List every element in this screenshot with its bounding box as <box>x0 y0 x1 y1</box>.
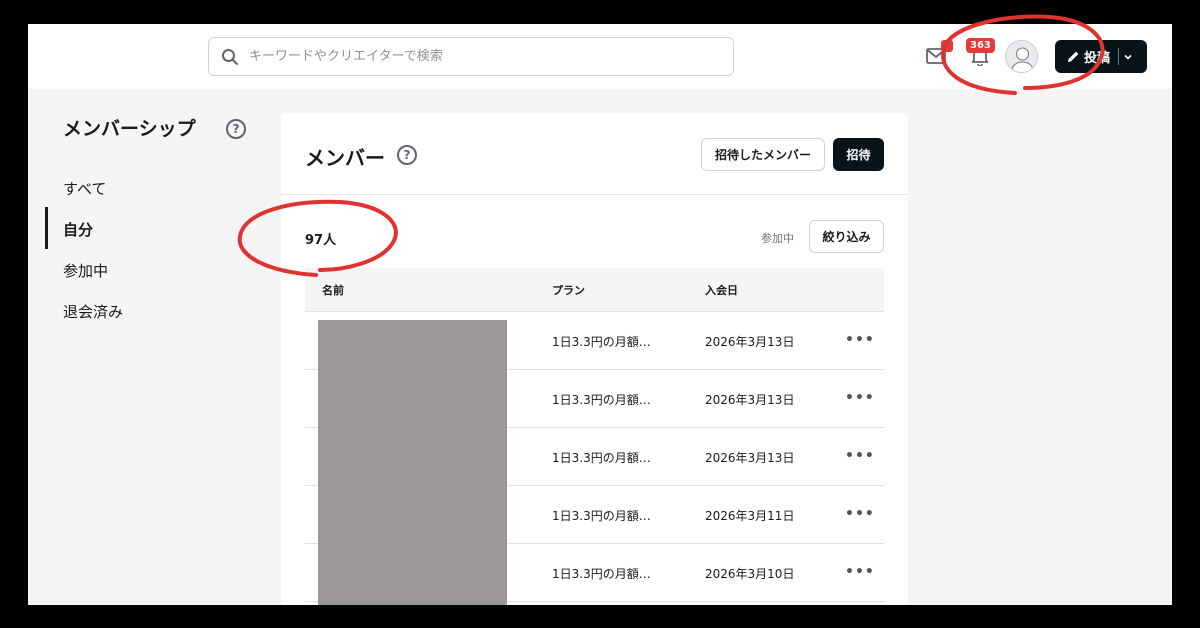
row-joined-date: 2026年3月13日 <box>705 451 795 465</box>
column-header-joined[interactable]: 入会日 <box>705 282 738 298</box>
search-input[interactable] <box>249 49 709 64</box>
help-icon[interactable]: ? <box>397 145 417 165</box>
pencil-icon <box>1068 51 1079 62</box>
filter-status: 参加中 <box>761 232 794 245</box>
avatar[interactable] <box>1005 40 1038 73</box>
sidebar-title: メンバーシップ <box>63 118 196 140</box>
invited-members-button[interactable]: 招待したメンバー <box>701 138 825 171</box>
help-icon[interactable]: ? <box>226 119 246 139</box>
sidebar-item-joined[interactable]: 参加中 <box>63 260 108 281</box>
column-header-name[interactable]: 名前 <box>322 282 344 298</box>
post-button-label: 投稿 <box>1084 51 1111 66</box>
post-button-separator <box>1118 48 1120 65</box>
mail-unread-dot <box>941 40 953 52</box>
invite-button[interactable]: 招待 <box>833 138 884 171</box>
more-icon[interactable]: ••• <box>845 506 875 522</box>
chevron-down-icon[interactable] <box>1123 52 1133 62</box>
row-plan: 1日3.3円の月額… <box>552 509 651 523</box>
row-joined-date: 2026年3月13日 <box>705 335 795 349</box>
more-icon[interactable]: ••• <box>845 390 875 406</box>
member-count: 97人 <box>305 233 337 248</box>
sidebar-item-all[interactable]: すべて <box>63 178 106 199</box>
top-header: 363 投稿 <box>28 24 1172 89</box>
post-button[interactable]: 投稿 <box>1055 40 1147 73</box>
page-title: メンバー <box>305 146 385 170</box>
search-icon <box>222 48 238 65</box>
divider <box>281 194 908 195</box>
row-joined-date: 2026年3月10日 <box>705 567 795 581</box>
row-plan: 1日3.3円の月額… <box>552 567 651 581</box>
app-frame: 363 投稿 メンバーシップ ? すべて 自分 参加中 退会済み メンバー ? <box>28 24 1172 605</box>
avatar-image <box>1010 47 1035 72</box>
row-plan: 1日3.3円の月額… <box>552 335 651 349</box>
sidebar-item-withdrawn[interactable]: 退会済み <box>63 301 123 322</box>
filter-button[interactable]: 絞り込み <box>809 220 884 253</box>
column-header-plan[interactable]: プラン <box>552 282 585 298</box>
row-joined-date: 2026年3月13日 <box>705 393 795 407</box>
row-joined-date: 2026年3月11日 <box>705 509 795 523</box>
notification-count-badge: 363 <box>966 38 995 53</box>
sidebar-active-marker <box>45 207 48 249</box>
more-icon[interactable]: ••• <box>845 332 875 348</box>
redacted-names-block <box>318 320 507 605</box>
members-panel: メンバー ? 招待したメンバー 招待 97人 参加中 絞り込み 名前 プラン 入… <box>281 113 908 605</box>
row-plan: 1日3.3円の月額… <box>552 393 651 407</box>
search-box[interactable] <box>208 37 734 76</box>
more-icon[interactable]: ••• <box>845 564 875 580</box>
sidebar-item-self[interactable]: 自分 <box>63 219 93 240</box>
table-header: 名前 プラン 入会日 <box>305 268 884 312</box>
row-plan: 1日3.3円の月額… <box>552 451 651 465</box>
more-icon[interactable]: ••• <box>845 448 875 464</box>
